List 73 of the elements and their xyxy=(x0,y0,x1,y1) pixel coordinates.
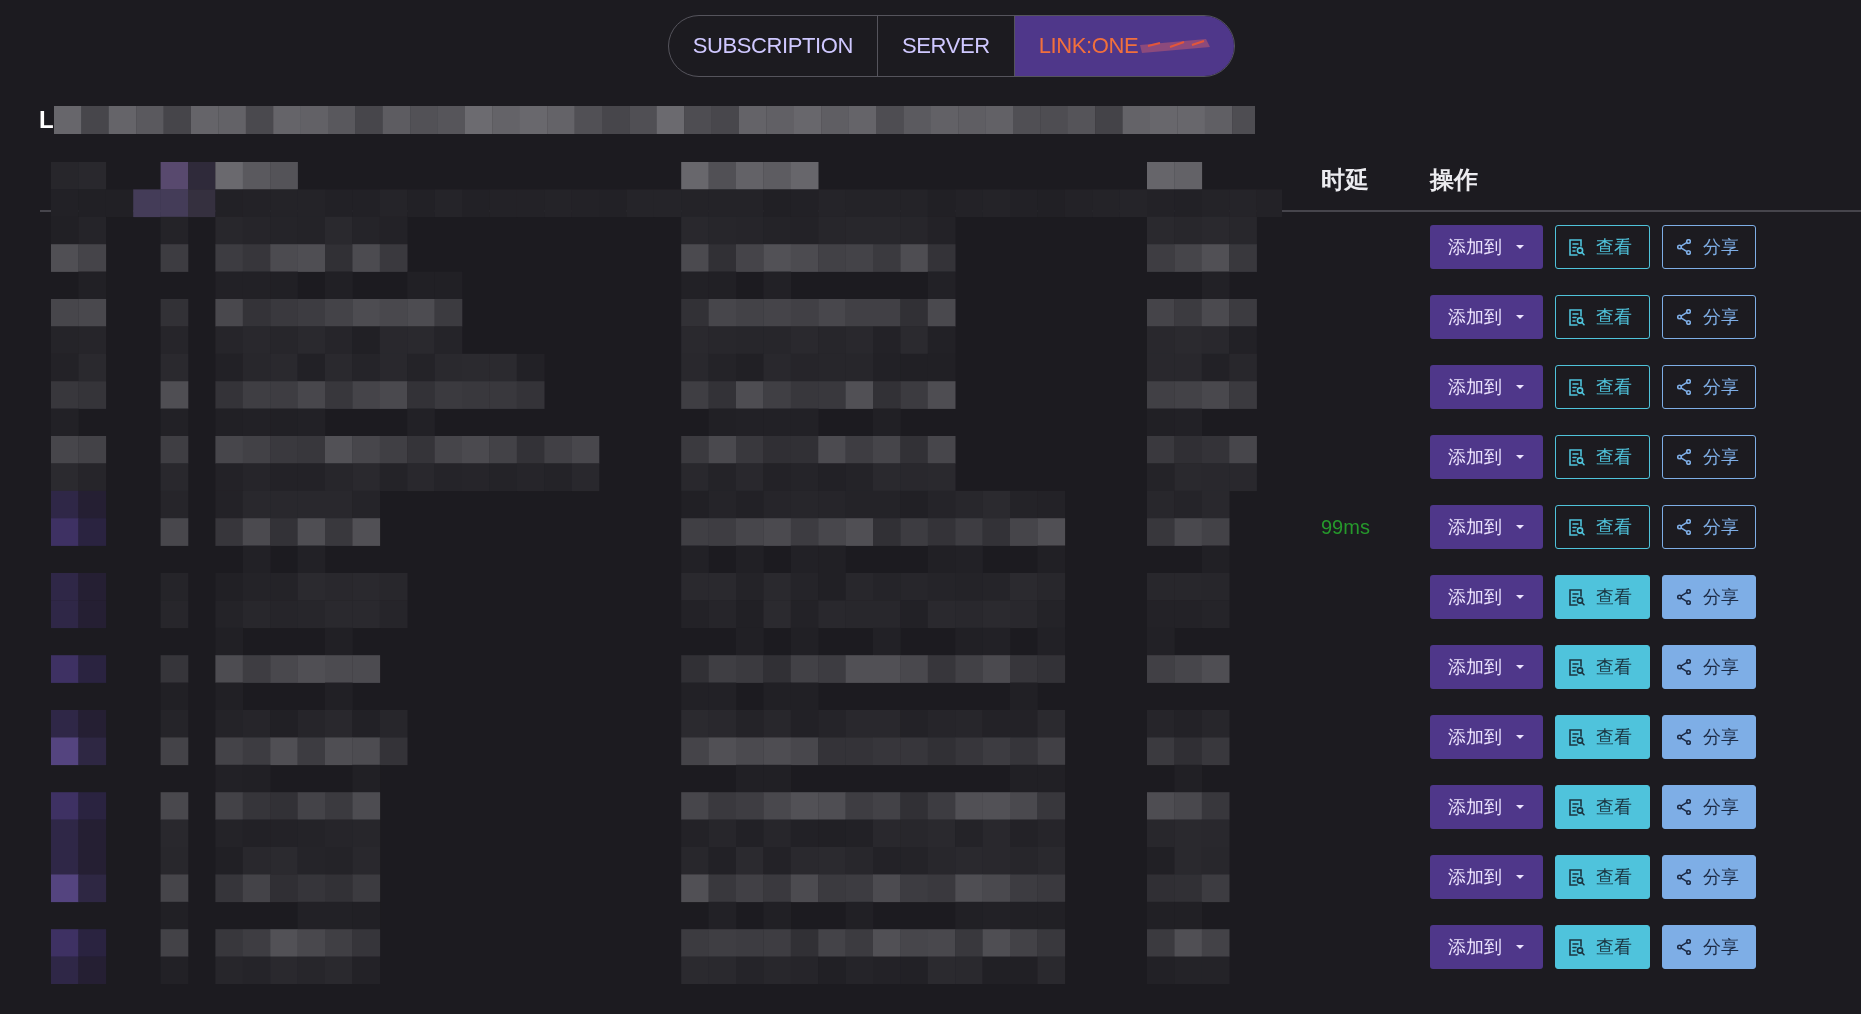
add-to-dropdown-button[interactable]: 添加到 xyxy=(1430,295,1543,339)
add-to-dropdown-button[interactable]: 添加到 xyxy=(1430,785,1543,829)
share-icon xyxy=(1677,869,1691,885)
document-search-icon xyxy=(1569,868,1585,886)
caret-down-icon xyxy=(1516,385,1524,389)
share-icon xyxy=(1677,799,1691,815)
share-icon xyxy=(1677,449,1691,465)
caret-down-icon xyxy=(1516,945,1524,949)
share-icon xyxy=(1677,729,1691,745)
tab[interactable]: SUBSCRIPTION xyxy=(668,16,877,76)
document-search-icon xyxy=(1569,938,1585,956)
share-button[interactable]: 分享 xyxy=(1662,715,1756,759)
caret-down-icon xyxy=(1516,875,1524,879)
add-to-dropdown-button[interactable]: 添加到 xyxy=(1430,575,1543,619)
view-button[interactable]: 查看 xyxy=(1555,925,1650,969)
share-icon xyxy=(1677,519,1691,535)
view-button[interactable]: 查看 xyxy=(1555,365,1650,409)
page-heading: L xyxy=(39,106,54,134)
caret-down-icon xyxy=(1516,455,1524,459)
document-search-icon xyxy=(1569,658,1585,676)
add-to-dropdown-button[interactable]: 添加到 xyxy=(1430,645,1543,689)
share-icon xyxy=(1677,309,1691,325)
latency-value: 99ms xyxy=(1321,515,1370,539)
share-button[interactable]: 分享 xyxy=(1662,435,1756,479)
view-button[interactable]: 查看 xyxy=(1555,225,1650,269)
document-search-icon xyxy=(1569,448,1585,466)
share-button[interactable]: 分享 xyxy=(1662,505,1756,549)
document-search-icon xyxy=(1569,378,1585,396)
view-button[interactable]: 查看 xyxy=(1555,785,1650,829)
add-to-dropdown-button[interactable]: 添加到 xyxy=(1430,365,1543,409)
caret-down-icon xyxy=(1516,595,1524,599)
share-icon xyxy=(1677,379,1691,395)
caret-down-icon xyxy=(1516,665,1524,669)
share-button[interactable]: 分享 xyxy=(1662,925,1756,969)
share-button[interactable]: 分享 xyxy=(1662,295,1756,339)
view-button[interactable]: 查看 xyxy=(1555,855,1650,899)
share-icon xyxy=(1677,659,1691,675)
caret-down-icon xyxy=(1516,245,1524,249)
view-button[interactable]: 查看 xyxy=(1555,295,1650,339)
document-search-icon xyxy=(1569,518,1585,536)
share-button[interactable]: 分享 xyxy=(1662,365,1756,409)
view-button[interactable]: 查看 xyxy=(1555,715,1650,759)
document-search-icon xyxy=(1569,308,1585,326)
add-to-dropdown-button[interactable]: 添加到 xyxy=(1430,715,1543,759)
add-to-dropdown-button[interactable]: 添加到 xyxy=(1430,435,1543,479)
view-button[interactable]: 查看 xyxy=(1555,645,1650,689)
share-button[interactable]: 分享 xyxy=(1662,855,1756,899)
add-to-dropdown-button[interactable]: 添加到 xyxy=(1430,925,1543,969)
share-button[interactable]: 分享 xyxy=(1662,225,1756,269)
tab[interactable]: SERVER xyxy=(877,16,1014,76)
view-button[interactable]: 查看 xyxy=(1555,575,1650,619)
document-search-icon xyxy=(1569,798,1585,816)
caret-down-icon xyxy=(1516,525,1524,529)
document-search-icon xyxy=(1569,588,1585,606)
share-icon xyxy=(1677,589,1691,605)
caret-down-icon xyxy=(1516,735,1524,739)
share-button[interactable]: 分享 xyxy=(1662,785,1756,829)
add-to-dropdown-button[interactable]: 添加到 xyxy=(1430,225,1543,269)
caret-down-icon xyxy=(1516,315,1524,319)
column-header: 操作 xyxy=(1430,165,1478,196)
column-header: 时延 xyxy=(1321,165,1369,196)
document-search-icon xyxy=(1569,728,1585,746)
view-button[interactable]: 查看 xyxy=(1555,505,1650,549)
view-button[interactable]: 查看 xyxy=(1555,435,1650,479)
share-button[interactable]: 分享 xyxy=(1662,575,1756,619)
document-search-icon xyxy=(1569,238,1585,256)
share-button[interactable]: 分享 xyxy=(1662,645,1756,689)
caret-down-icon xyxy=(1516,805,1524,809)
share-icon xyxy=(1677,939,1691,955)
add-to-dropdown-button[interactable]: 添加到 xyxy=(1430,855,1543,899)
add-to-dropdown-button[interactable]: 添加到 xyxy=(1430,505,1543,549)
share-icon xyxy=(1677,239,1691,255)
scribble-mark xyxy=(1140,38,1211,54)
